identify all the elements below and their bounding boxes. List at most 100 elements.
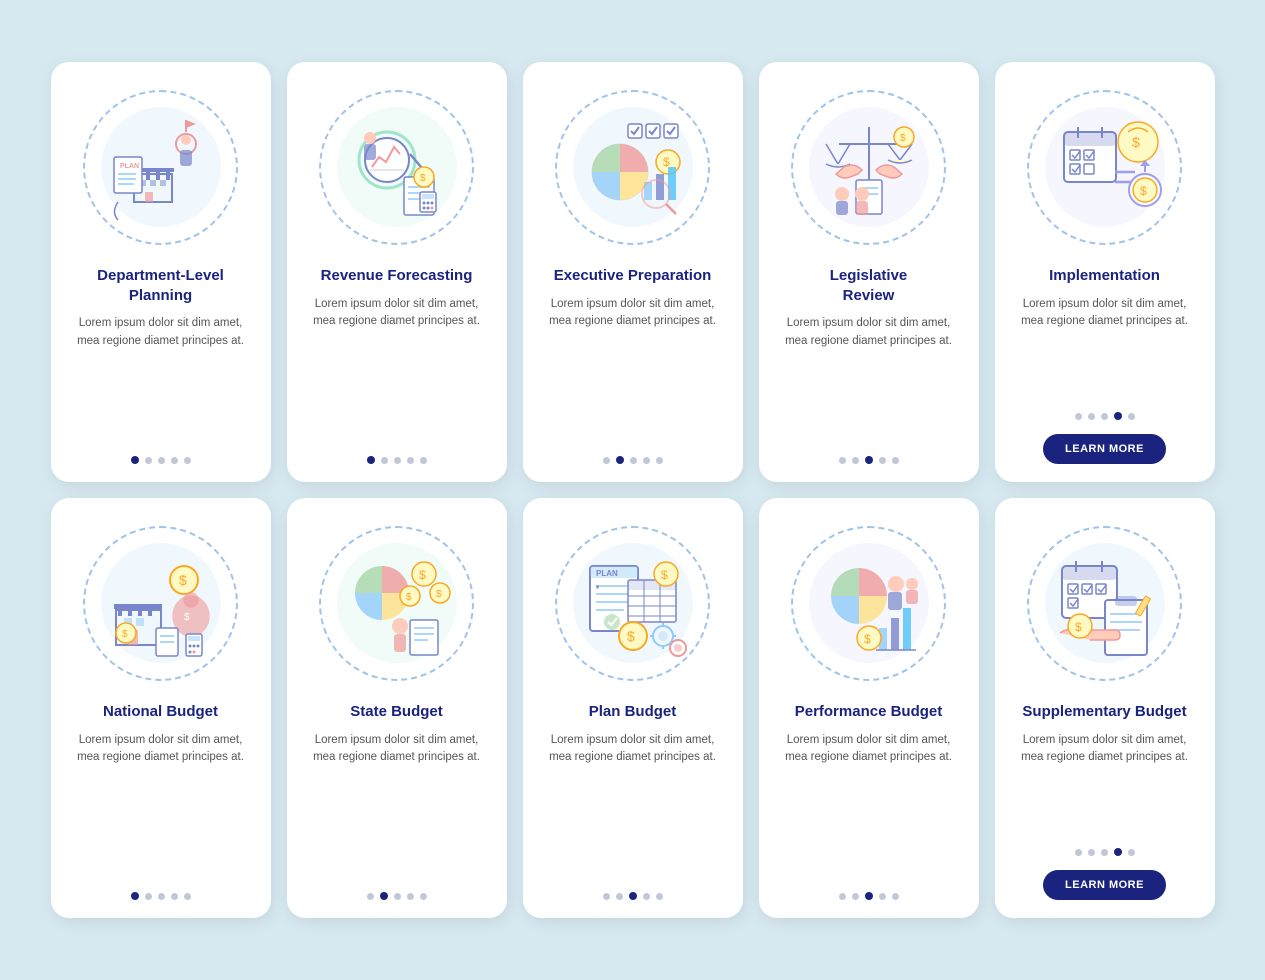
dot <box>879 457 886 464</box>
card-title: Supplementary Budget <box>1022 702 1186 722</box>
dot <box>603 457 610 464</box>
card-icon-area: $ <box>784 518 954 688</box>
pagination-dots <box>1075 848 1135 856</box>
svg-text:$: $ <box>122 629 128 640</box>
svg-text:$: $ <box>184 612 190 623</box>
dot <box>158 893 165 900</box>
learn-more-button-2[interactable]: LEARN MORE <box>1043 870 1166 900</box>
card-icon-area: $ <box>784 82 954 252</box>
card-body: Lorem ipsum dolor sit dim amet, mea regi… <box>303 296 491 443</box>
card-revenue-forecasting: $ Revenue Forecasting Lorem ipsum dolor <box>287 62 507 482</box>
dot <box>407 457 414 464</box>
card-performance-budget: $ Performance Budget Lorem ipsum dolor s… <box>759 498 979 918</box>
dot <box>839 457 846 464</box>
card-title: Executive Preparation <box>554 266 712 286</box>
pagination-dots <box>367 892 427 900</box>
card-icon-area: $ $ $ <box>312 518 482 688</box>
svg-text:$: $ <box>406 592 412 603</box>
plan-budget-icon: PLAN $ <box>568 538 698 668</box>
state-budget-icon: $ $ $ <box>332 538 462 668</box>
svg-text:$: $ <box>179 572 187 588</box>
svg-text:$: $ <box>420 173 426 184</box>
svg-text:$: $ <box>436 589 442 600</box>
svg-text:$: $ <box>900 133 906 144</box>
dot-active <box>380 892 388 900</box>
svg-text:PLAN: PLAN <box>596 569 618 578</box>
svg-text:$: $ <box>627 628 635 644</box>
dot <box>616 893 623 900</box>
card-icon-area: $ <box>1020 518 1190 688</box>
card-grid: PLAN Department-Level Planning Lorem ip <box>51 62 1215 918</box>
dot <box>603 893 610 900</box>
dot-active <box>1114 848 1122 856</box>
card-icon-area: PLAN <box>76 82 246 252</box>
dot-active <box>1114 412 1122 420</box>
dot <box>1128 413 1135 420</box>
svg-text:PLAN: PLAN <box>120 163 139 170</box>
card-body: Lorem ipsum dolor sit dim amet, mea regi… <box>67 732 255 879</box>
national-budget-icon: $ $ $ <box>96 538 226 668</box>
icon-circle: $ $ $ <box>83 526 238 681</box>
card-executive-preparation: $ Executive Preparation Lorem ipsum dolo… <box>523 62 743 482</box>
dot <box>839 893 846 900</box>
svg-text:$: $ <box>1140 184 1147 198</box>
dot-active <box>865 892 873 900</box>
dot <box>1101 849 1108 856</box>
card-body: Lorem ipsum dolor sit dim amet, mea regi… <box>539 296 727 443</box>
dot <box>852 457 859 464</box>
performance-budget-icon: $ <box>804 538 934 668</box>
dot <box>145 893 152 900</box>
icon-circle: PLAN $ <box>555 526 710 681</box>
icon-circle: $ $ <box>1027 90 1182 245</box>
implementation-icon: $ $ <box>1040 102 1170 232</box>
dot <box>184 457 191 464</box>
dot <box>381 457 388 464</box>
card-title: Implementation <box>1049 266 1160 286</box>
dot <box>656 893 663 900</box>
card-body: Lorem ipsum dolor sit dim amet, mea regi… <box>303 732 491 879</box>
card-icon-area: $ <box>312 82 482 252</box>
card-title: Performance Budget <box>795 702 943 722</box>
svg-text:$: $ <box>864 632 871 646</box>
dot <box>1075 413 1082 420</box>
card-dept-planning: PLAN Department-Level Planning Lorem ip <box>51 62 271 482</box>
revenue-forecasting-icon: $ <box>332 102 462 232</box>
card-plan-budget: PLAN $ <box>523 498 743 918</box>
dot <box>171 457 178 464</box>
learn-more-button[interactable]: LEARN MORE <box>1043 434 1166 464</box>
icon-circle: $ $ $ <box>319 526 474 681</box>
icon-circle: $ <box>555 90 710 245</box>
icon-circle: $ <box>791 90 946 245</box>
svg-text:$: $ <box>419 568 426 582</box>
pagination-dots <box>1075 412 1135 420</box>
pagination-dots <box>367 456 427 464</box>
card-title: Plan Budget <box>589 702 677 722</box>
dot <box>643 457 650 464</box>
card-supplementary-budget: $ Supplementary Budget Lorem ipsum dolor… <box>995 498 1215 918</box>
dot <box>367 893 374 900</box>
dot <box>1101 413 1108 420</box>
dot <box>420 457 427 464</box>
dot <box>656 457 663 464</box>
dot <box>630 457 637 464</box>
pagination-dots <box>839 456 899 464</box>
dept-planning-icon: PLAN <box>96 102 226 232</box>
dot <box>892 457 899 464</box>
card-icon-area: $ <box>548 82 718 252</box>
supplementary-budget-icon: $ <box>1040 538 1170 668</box>
card-title: State Budget <box>350 702 443 722</box>
pagination-dots <box>131 892 191 900</box>
dot <box>394 457 401 464</box>
card-body: Lorem ipsum dolor sit dim amet, mea regi… <box>775 315 963 442</box>
legislative-review-icon: $ <box>804 102 934 232</box>
card-legislative-review: $ LegislativeReview Lorem ipsum dolor si… <box>759 62 979 482</box>
card-implementation: $ $ Implementation Lorem ipsum dolor sit… <box>995 62 1215 482</box>
dot <box>1088 849 1095 856</box>
card-icon-area: PLAN $ <box>548 518 718 688</box>
icon-circle: $ <box>1027 526 1182 681</box>
dot <box>892 893 899 900</box>
card-body: Lorem ipsum dolor sit dim amet, mea regi… <box>1011 732 1199 835</box>
dot <box>158 457 165 464</box>
icon-circle: $ <box>319 90 474 245</box>
dot <box>184 893 191 900</box>
